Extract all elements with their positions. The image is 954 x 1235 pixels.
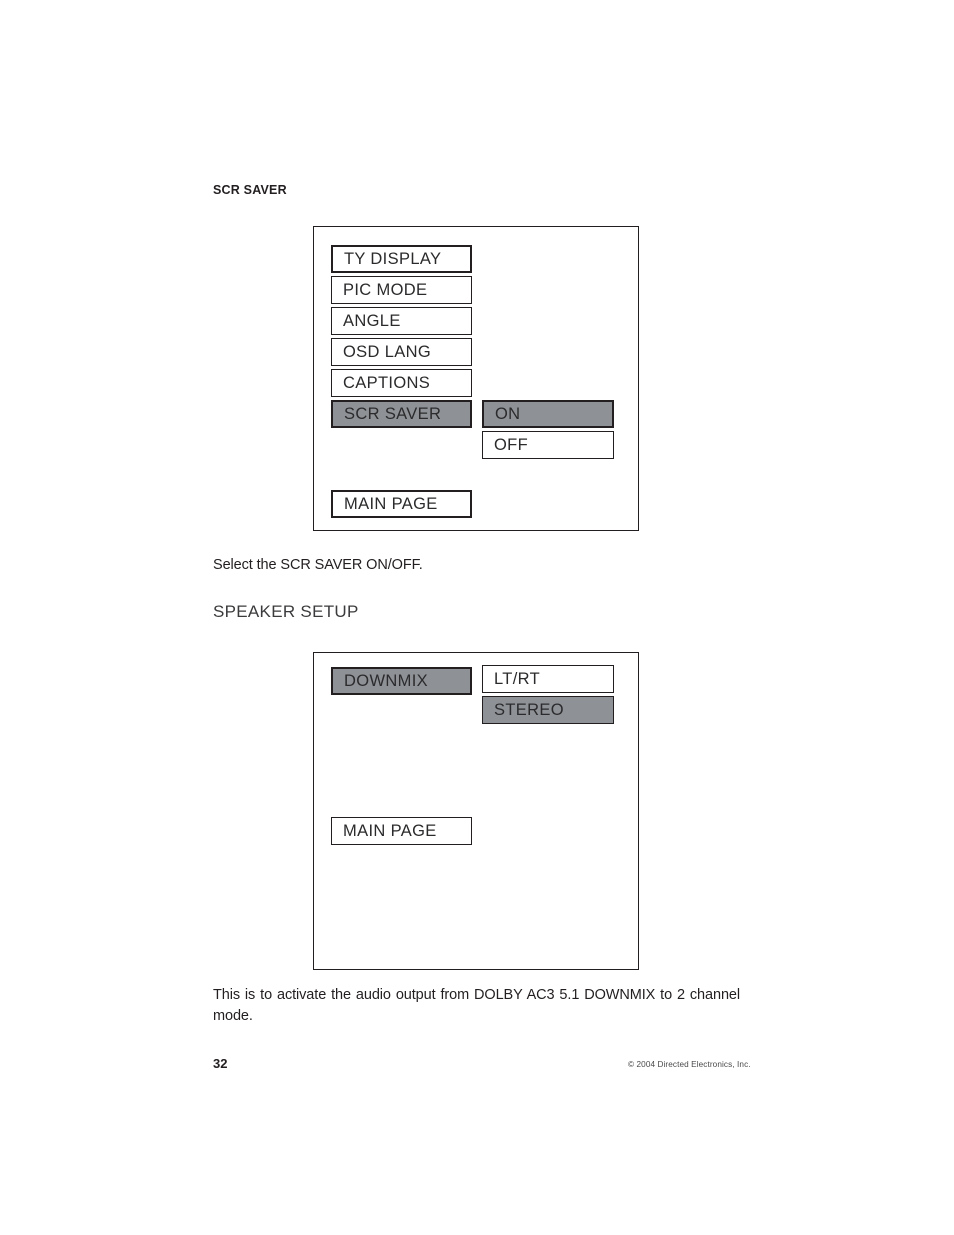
caption-speaker-setup: This is to activate the audio output fro… xyxy=(213,987,740,1024)
osd-button-label: MAIN PAGE xyxy=(344,494,438,513)
section-heading-scr-saver: SCR SAVER xyxy=(213,183,287,197)
osd-item-downmix[interactable]: DOWNMIX xyxy=(331,667,472,695)
osd-option-stereo[interactable]: STEREO xyxy=(482,696,614,724)
osd-item-scr-saver[interactable]: SCR SAVER xyxy=(331,400,472,428)
osd-screen-scr-saver: TY DISPLAY PIC MODE ANGLE OSD LANG CAPTI… xyxy=(313,226,639,531)
osd-option-off[interactable]: OFF xyxy=(482,431,614,459)
osd-option-label: ON xyxy=(495,404,521,423)
osd-item-label: SCR SAVER xyxy=(344,404,442,423)
osd-item-captions[interactable]: CAPTIONS xyxy=(331,369,472,397)
osd-button-label: MAIN PAGE xyxy=(343,821,437,840)
section-heading-speaker-setup: SPEAKER SETUP xyxy=(213,602,359,621)
osd-item-ty-display[interactable]: TY DISPLAY xyxy=(331,245,472,273)
osd-option-label: STEREO xyxy=(494,700,564,719)
osd-main-page-button[interactable]: MAIN PAGE xyxy=(331,817,472,845)
osd-main-page-button[interactable]: MAIN PAGE xyxy=(331,490,472,518)
osd-item-label: CAPTIONS xyxy=(343,373,431,392)
osd-option-label: LT/RT xyxy=(494,669,541,688)
osd-item-label: ANGLE xyxy=(343,311,401,330)
osd-item-label: PIC MODE xyxy=(343,280,428,299)
page-number: 32 xyxy=(213,1056,228,1071)
manual-page: SCR SAVER TY DISPLAY PIC MODE ANGLE OSD … xyxy=(0,0,954,1235)
osd-option-on[interactable]: ON xyxy=(482,400,614,428)
osd-item-label: TY DISPLAY xyxy=(344,249,442,268)
osd-item-label: OSD LANG xyxy=(343,342,432,361)
osd-option-label: OFF xyxy=(494,435,529,454)
osd-item-label: DOWNMIX xyxy=(344,671,429,690)
osd-option-lt-rt[interactable]: LT/RT xyxy=(482,665,614,693)
caption-scr-saver: Select the SCR SAVER ON/OFF. xyxy=(213,557,423,573)
osd-screen-speaker-setup: DOWNMIX LT/RT STEREO MAIN PAGE xyxy=(313,652,639,970)
osd-item-pic-mode[interactable]: PIC MODE xyxy=(331,276,472,304)
osd-item-osd-lang[interactable]: OSD LANG xyxy=(331,338,472,366)
copyright-notice: © 2004 Directed Electronics, Inc. xyxy=(628,1060,751,1069)
osd-item-angle[interactable]: ANGLE xyxy=(331,307,472,335)
